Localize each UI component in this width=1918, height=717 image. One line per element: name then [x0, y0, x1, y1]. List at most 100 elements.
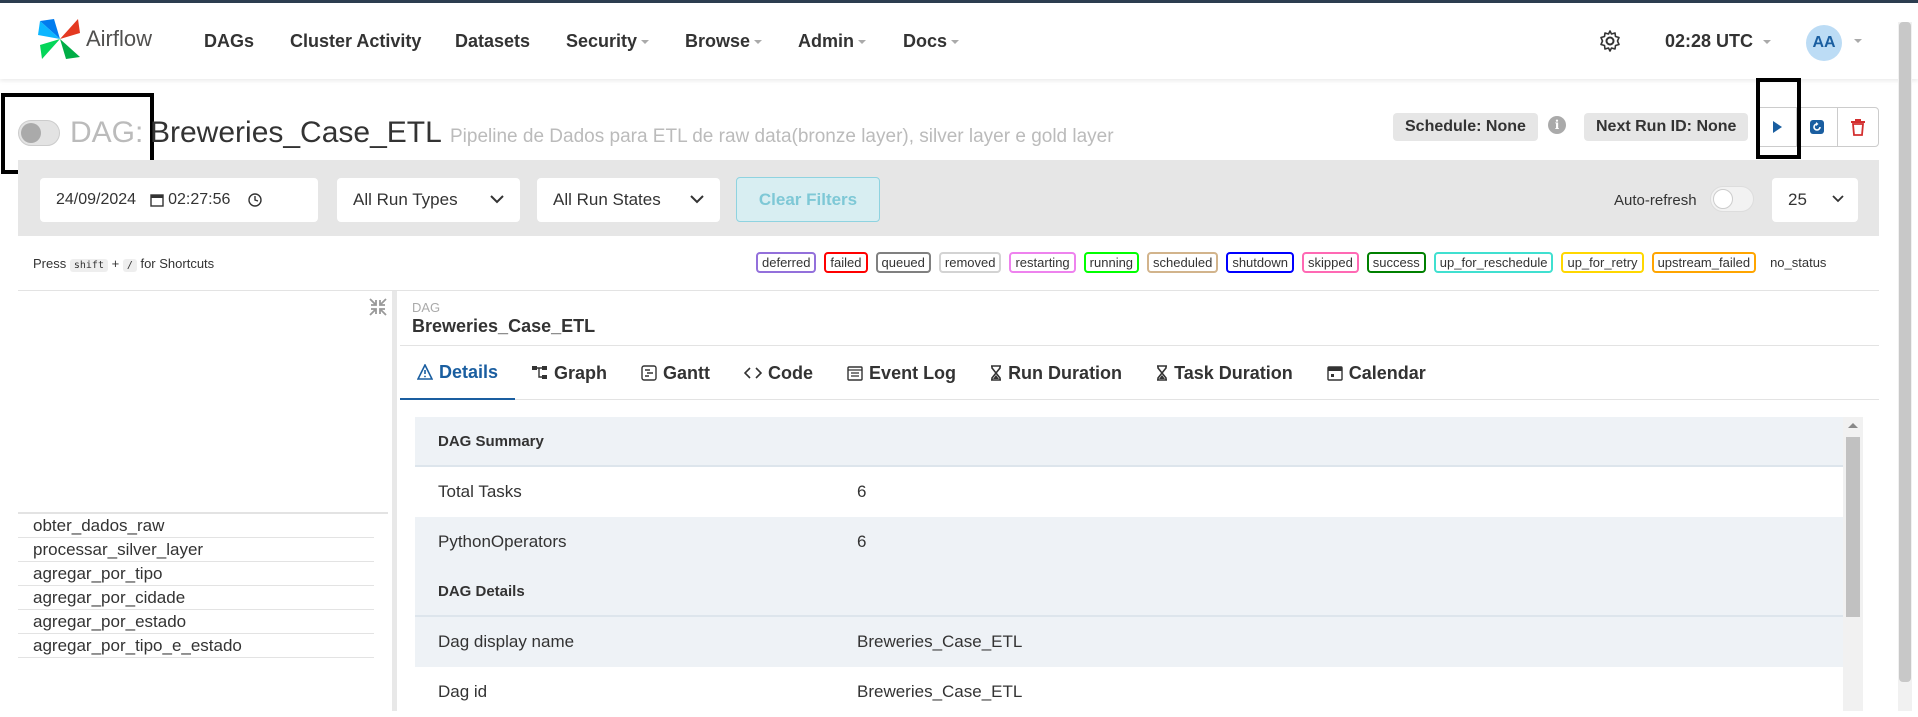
tab-details[interactable]: Details [400, 346, 516, 400]
legend-queued[interactable]: queued [875, 252, 931, 273]
tab-event-log[interactable]: Event Log [830, 346, 973, 400]
status-legend: deferred failed queued removed restartin… [756, 252, 1832, 273]
time-value: 02:27:56 [168, 191, 231, 208]
task-item[interactable]: agregar_por_tipo_e_estado [18, 634, 374, 658]
table-row: PythonOperators 6 [415, 517, 1843, 567]
tab-run-duration-label: Run Duration [1008, 362, 1123, 383]
task-item[interactable]: agregar_por_estado [18, 610, 374, 634]
legend-upstream-failed[interactable]: upstream_failed [1651, 252, 1757, 273]
app-name: Airflow [86, 26, 153, 51]
tab-calendar[interactable]: Calendar [1310, 346, 1443, 400]
row-key: Dag id [438, 682, 488, 701]
nav-datasets[interactable]: Datasets [455, 31, 530, 52]
airflow-logo[interactable]: Airflow [36, 15, 152, 63]
dag-title: Breweries_Case_ETL [150, 116, 442, 149]
dag-description: Pipeline de Dados para ETL de raw data(b… [450, 126, 1114, 147]
run-states-value: All Run States [553, 190, 661, 209]
legend-removed[interactable]: removed [938, 252, 1002, 273]
collapse-icon[interactable] [368, 297, 388, 317]
task-item[interactable]: obter_dados_raw [18, 514, 374, 538]
nav-admin-label: Admin [798, 31, 854, 51]
legend-restarting[interactable]: restarting [1009, 252, 1076, 273]
tab-graph[interactable]: Graph [515, 346, 624, 400]
row-value: 6 [857, 532, 867, 551]
autorefresh-label: Auto-refresh [1614, 192, 1697, 209]
breadcrumb-dag-name[interactable]: Breweries_Case_ETL [412, 316, 595, 337]
shortcuts-plus: + [111, 256, 120, 271]
hourglass-icon [991, 365, 1002, 381]
shortcuts-suffix: for Shortcuts [140, 256, 215, 271]
nav-docs[interactable]: Docs [903, 31, 960, 52]
run-states-select[interactable]: All Run States [537, 178, 720, 222]
date-value: 24/09/2024 [56, 191, 137, 208]
shift-key: shift [69, 259, 108, 272]
table-row: Total Tasks 6 [415, 467, 1843, 517]
legend-scheduled[interactable]: scheduled [1147, 252, 1219, 273]
task-item[interactable]: agregar_por_tipo [18, 562, 374, 586]
tab-event-log-label: Event Log [869, 362, 957, 383]
page-size-value: 25 [1788, 190, 1807, 209]
delete-dag-button[interactable] [1838, 108, 1878, 146]
legend-no-status[interactable]: no_status [1764, 252, 1832, 273]
utc-clock[interactable]: 02:28 UTC [1665, 31, 1772, 52]
task-item[interactable]: agregar_por_cidade [18, 586, 374, 610]
legend-running[interactable]: running [1083, 252, 1140, 273]
legend-up-for-retry[interactable]: up_for_retry [1561, 252, 1644, 273]
nav-security-label: Security [566, 31, 638, 51]
nav-cluster-activity[interactable]: Cluster Activity [290, 31, 421, 52]
refresh-dag-button[interactable] [1797, 108, 1838, 146]
nav-admin[interactable]: Admin [798, 31, 866, 52]
page-size-select[interactable]: 25 [1772, 178, 1858, 222]
legend-up-for-reschedule[interactable]: up_for_reschedule [1433, 252, 1554, 273]
scrollbar-thumb[interactable] [1846, 437, 1860, 617]
next-run-badge: Next Run ID: None [1584, 113, 1749, 141]
section-header: DAG Summary [415, 417, 1843, 467]
legend-failed[interactable]: failed [824, 252, 868, 273]
breadcrumb-label: DAG [412, 300, 441, 315]
row-value: 6 [857, 482, 867, 501]
autorefresh-toggle[interactable] [1710, 186, 1754, 212]
shortcuts-hint: Press shift + / for Shortcuts [33, 256, 215, 272]
nav-dags[interactable]: DAGs [204, 31, 254, 52]
info-icon[interactable]: i [1548, 116, 1566, 134]
trash-icon [1850, 119, 1865, 136]
utc-clock-label: 02:28 UTC [1665, 31, 1754, 51]
details-scrollbar[interactable] [1843, 417, 1863, 711]
page-scrollbar[interactable] [1898, 22, 1912, 711]
gear-icon[interactable] [1598, 29, 1622, 53]
legend-shutdown[interactable]: shutdown [1226, 252, 1294, 273]
scrollbar-thumb[interactable] [1899, 22, 1911, 682]
run-types-select[interactable]: All Run Types [337, 178, 520, 222]
nav-security[interactable]: Security [566, 31, 650, 52]
filter-bar: 24/09/2024 02:27:56 All Run Types All Ru… [18, 160, 1879, 236]
legend-success[interactable]: success [1366, 252, 1426, 273]
chevron-down-icon [754, 40, 763, 45]
tab-code[interactable]: Code [727, 346, 830, 400]
row-key: Dag display name [438, 632, 575, 651]
tab-task-duration[interactable]: Task Duration [1139, 346, 1310, 400]
nav-browse[interactable]: Browse [685, 31, 763, 52]
legend-deferred[interactable]: deferred [756, 252, 817, 273]
chevron-down-icon [641, 40, 650, 45]
tab-gantt-label: Gantt [663, 362, 711, 383]
toggle-knob [1713, 189, 1733, 209]
chevron-down-icon[interactable] [1854, 39, 1862, 43]
row-key: PythonOperators [438, 532, 567, 551]
divider [18, 290, 1879, 291]
chevron-down-icon [858, 40, 866, 45]
tab-run-duration[interactable]: Run Duration [973, 346, 1139, 400]
slash-key: / [122, 259, 137, 272]
clear-filters-button[interactable]: Clear Filters [736, 177, 880, 222]
legend-skipped[interactable]: skipped [1301, 252, 1359, 273]
execution-date-input[interactable]: 24/09/2024 02:27:56 [40, 178, 318, 222]
user-avatar[interactable]: AA [1806, 25, 1842, 61]
tab-gantt[interactable]: Gantt [624, 346, 727, 400]
nav-docs-label: Docs [903, 31, 948, 51]
row-key: Total Tasks [438, 482, 522, 501]
section-title: DAG Details [438, 582, 525, 600]
dag-label: DAG: [70, 116, 144, 149]
table-row: Dag id Breweries_Case_ETL [415, 667, 1843, 717]
panel-resize-handle[interactable] [392, 291, 397, 711]
scroll-up-icon[interactable] [1848, 423, 1858, 428]
task-item[interactable]: processar_silver_layer [18, 538, 374, 562]
